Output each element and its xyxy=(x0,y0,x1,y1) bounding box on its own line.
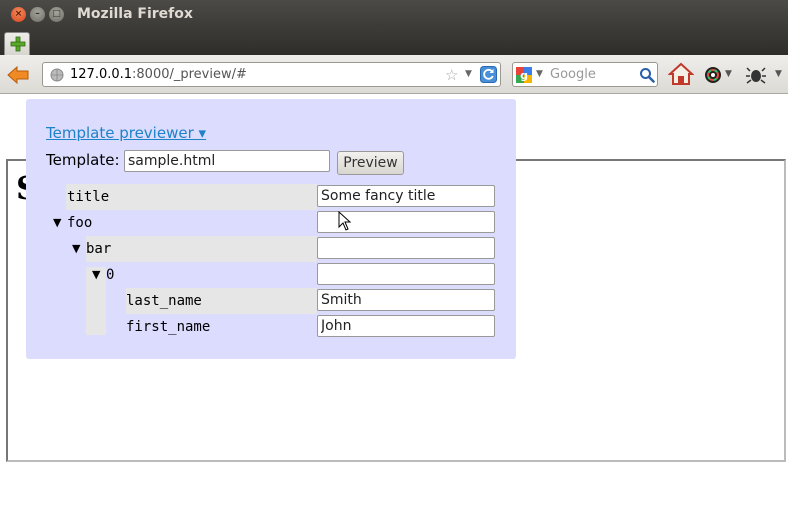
tree-value-first-name-input[interactable] xyxy=(317,315,495,337)
preview-button[interactable]: Preview xyxy=(337,151,404,175)
tree-value-bar-input[interactable] xyxy=(317,237,495,259)
template-name-input[interactable] xyxy=(124,150,330,172)
template-previewer-panel: Template previewer ▾ Template: Preview t… xyxy=(26,99,516,359)
search-bar[interactable]: g ▼ Google xyxy=(512,62,658,87)
google-logo-icon: g xyxy=(516,67,532,83)
search-icon[interactable] xyxy=(639,67,655,83)
bookmark-star-icon[interactable]: ☆ xyxy=(445,66,458,84)
search-engine-dropdown-icon[interactable]: ▼ xyxy=(536,69,543,79)
url-path: :8000/_preview/# xyxy=(132,67,247,82)
back-button[interactable] xyxy=(6,64,30,86)
tree-key-last-name: last_name xyxy=(126,293,202,309)
new-tab-button[interactable] xyxy=(4,32,30,55)
tree-value-last-name-input[interactable] xyxy=(317,289,495,311)
tree-row-item0: 0 xyxy=(106,262,317,288)
navigation-toolbar: 127.0.0.1:8000/_preview/# ☆ ▼ g ▼ Google xyxy=(0,55,788,94)
tab-strip xyxy=(0,29,788,55)
tree-key-item0: 0 xyxy=(106,267,115,283)
tree-row-bar: bar xyxy=(86,236,317,262)
window-titlebar: × – □ Mozilla Firefox xyxy=(0,0,788,29)
mouse-cursor-icon xyxy=(338,211,352,231)
tree-toggle-foo[interactable]: ▼ xyxy=(53,216,61,229)
home-icon[interactable] xyxy=(668,62,694,86)
back-arrow-icon xyxy=(7,65,29,85)
tree-key-first-name: first_name xyxy=(126,319,211,335)
tree-value-item0-input[interactable] xyxy=(317,263,495,285)
window-maximize-button[interactable]: □ xyxy=(49,7,64,22)
url-bar[interactable]: 127.0.0.1:8000/_preview/# ☆ ▼ xyxy=(42,62,501,87)
plus-icon xyxy=(10,36,26,52)
bug-addon-icon[interactable] xyxy=(745,65,767,85)
reload-icon[interactable] xyxy=(480,66,497,83)
globe-icon xyxy=(50,68,64,82)
tree-key-bar: bar xyxy=(86,241,112,257)
tree-row-foo: foo xyxy=(66,210,317,236)
template-label: Template: xyxy=(46,151,120,169)
page-content: S Template previewer ▾ Template: Preview… xyxy=(0,95,788,528)
tree-toggle-item0[interactable]: ▼ xyxy=(92,268,100,281)
window-minimize-button[interactable]: – xyxy=(30,7,45,22)
search-input[interactable]: Google xyxy=(550,67,596,82)
tree-row-title: title xyxy=(66,184,317,210)
svg-text:g: g xyxy=(520,69,528,82)
tree-value-title-input[interactable] xyxy=(317,185,495,207)
tree-row-last-name: last_name xyxy=(126,288,317,314)
addon-dropdown-icon[interactable]: ▼ xyxy=(725,69,732,79)
url-text[interactable]: 127.0.0.1:8000/_preview/# xyxy=(70,67,247,82)
tree-row-first-name: first_name xyxy=(126,314,317,340)
window-title: Mozilla Firefox xyxy=(77,6,193,22)
url-history-dropdown-icon[interactable]: ▼ xyxy=(465,69,472,79)
color-wheel-addon-icon[interactable] xyxy=(704,66,722,84)
template-previewer-toggle-link[interactable]: Template previewer ▾ xyxy=(46,124,206,142)
window-close-button[interactable]: × xyxy=(11,7,26,22)
addon2-dropdown-icon[interactable]: ▼ xyxy=(775,69,782,79)
tree-key-title: title xyxy=(67,189,110,205)
tree-toggle-bar[interactable]: ▼ xyxy=(72,242,80,255)
url-host: 127.0.0.1 xyxy=(70,67,133,82)
tree-key-foo: foo xyxy=(67,215,93,231)
